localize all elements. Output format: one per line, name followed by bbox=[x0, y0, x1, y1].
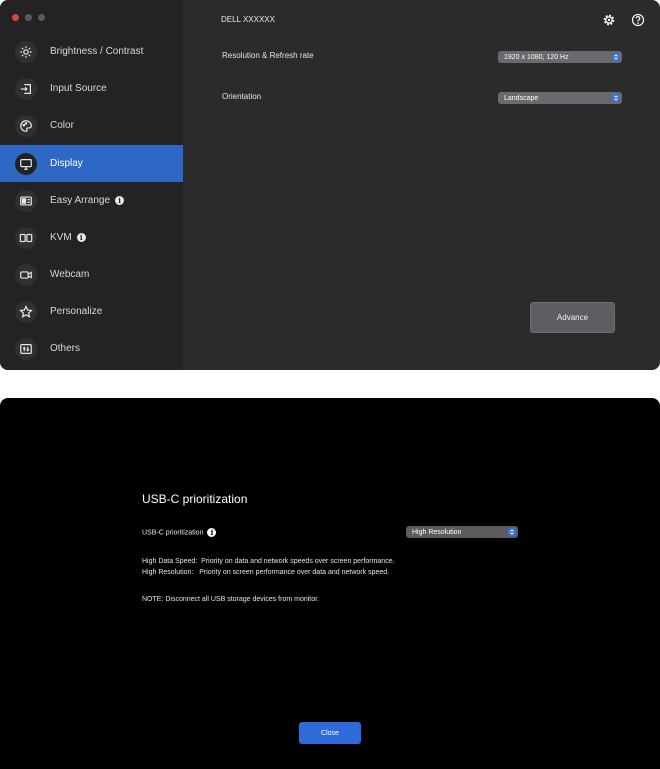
usb-c-prioritization-select[interactable]: High Resolution bbox=[406, 526, 518, 538]
high-resolution-description: High Resolution: Priority on screen perf… bbox=[142, 569, 390, 576]
kvm-icon bbox=[15, 226, 37, 249]
window-controls bbox=[12, 14, 45, 21]
usb-c-setting-label: USB-C prioritization bbox=[142, 529, 204, 537]
sidebar-item-display[interactable]: Display bbox=[0, 145, 183, 182]
info-icon[interactable]: i bbox=[115, 196, 125, 205]
sidebar-item-label: Webcam bbox=[50, 269, 90, 280]
info-icon[interactable]: i bbox=[207, 528, 217, 537]
sidebar-item-personalize[interactable]: Personalize bbox=[0, 293, 183, 330]
updown-chevron-icon bbox=[612, 53, 620, 61]
input-source-icon bbox=[15, 77, 37, 100]
usb-c-prioritization-dialog: USB-C prioritization USB-C prioritizatio… bbox=[0, 398, 660, 769]
display-icon bbox=[15, 152, 37, 175]
dialog-title: USB-C prioritization bbox=[142, 492, 248, 506]
sidebar-item-label: Personalize bbox=[50, 306, 103, 317]
sidebar-item-label: Display bbox=[50, 158, 83, 169]
star-icon bbox=[15, 300, 37, 323]
sidebar-item-kvm[interactable]: KVM i bbox=[0, 219, 183, 256]
easy-arrange-icon bbox=[15, 189, 37, 212]
resolution-value: 1920 x 1080, 120 Hz bbox=[504, 53, 569, 61]
high-data-speed-description: High Data Speed: Priority on data and ne… bbox=[142, 558, 395, 565]
usb-c-setting-value: High Resolution bbox=[412, 528, 462, 536]
minimize-window-button[interactable] bbox=[25, 14, 32, 21]
updown-chevron-icon bbox=[612, 94, 620, 102]
orientation-label: Orientation bbox=[222, 92, 262, 101]
brightness-icon bbox=[15, 40, 37, 63]
help-icon[interactable] bbox=[631, 13, 645, 27]
sidebar-item-label: Easy Arrange bbox=[50, 195, 111, 206]
note-text: NOTE: Disconnect all USB storage devices… bbox=[142, 596, 320, 603]
close-window-button[interactable] bbox=[12, 14, 19, 21]
close-button[interactable]: Close bbox=[299, 722, 361, 744]
gear-icon[interactable] bbox=[602, 13, 616, 27]
sidebar-item-label: KVM bbox=[50, 232, 72, 243]
sidebar-item-label: Color bbox=[50, 120, 74, 131]
resolution-label: Resolution & Refresh rate bbox=[222, 51, 314, 60]
sidebar-item-others[interactable]: Others bbox=[0, 330, 183, 367]
sidebar-item-label: Brightness / Contrast bbox=[50, 46, 144, 57]
page-title: DELL XXXXXX bbox=[221, 15, 275, 24]
info-icon[interactable]: i bbox=[76, 233, 86, 242]
sidebar-item-label: Input Source bbox=[50, 83, 107, 94]
dell-display-manager-window: Brightness / Contrast Input Source Color… bbox=[0, 0, 660, 370]
sidebar-item-brightness-contrast[interactable]: Brightness / Contrast bbox=[0, 33, 183, 70]
sidebar-item-easy-arrange[interactable]: Easy Arrange i bbox=[0, 182, 183, 219]
sidebar-item-color[interactable]: Color bbox=[0, 107, 183, 144]
resolution-select[interactable]: 1920 x 1080, 120 Hz bbox=[498, 51, 622, 63]
usb-c-setting-row: USB-C prioritization i bbox=[142, 528, 217, 537]
sidebar: Brightness / Contrast Input Source Color… bbox=[0, 0, 183, 370]
updown-chevron-icon bbox=[508, 528, 516, 536]
others-icon bbox=[15, 337, 37, 360]
advance-button[interactable]: Advance bbox=[530, 302, 615, 333]
sidebar-item-webcam[interactable]: Webcam bbox=[0, 256, 183, 293]
orientation-select[interactable]: Landscape bbox=[498, 92, 622, 104]
color-icon bbox=[15, 114, 37, 137]
orientation-value: Landscape bbox=[504, 94, 539, 102]
webcam-icon bbox=[15, 263, 37, 286]
sidebar-item-label: Others bbox=[50, 343, 81, 354]
zoom-window-button[interactable] bbox=[38, 14, 45, 21]
sidebar-item-input-source[interactable]: Input Source bbox=[0, 70, 183, 107]
